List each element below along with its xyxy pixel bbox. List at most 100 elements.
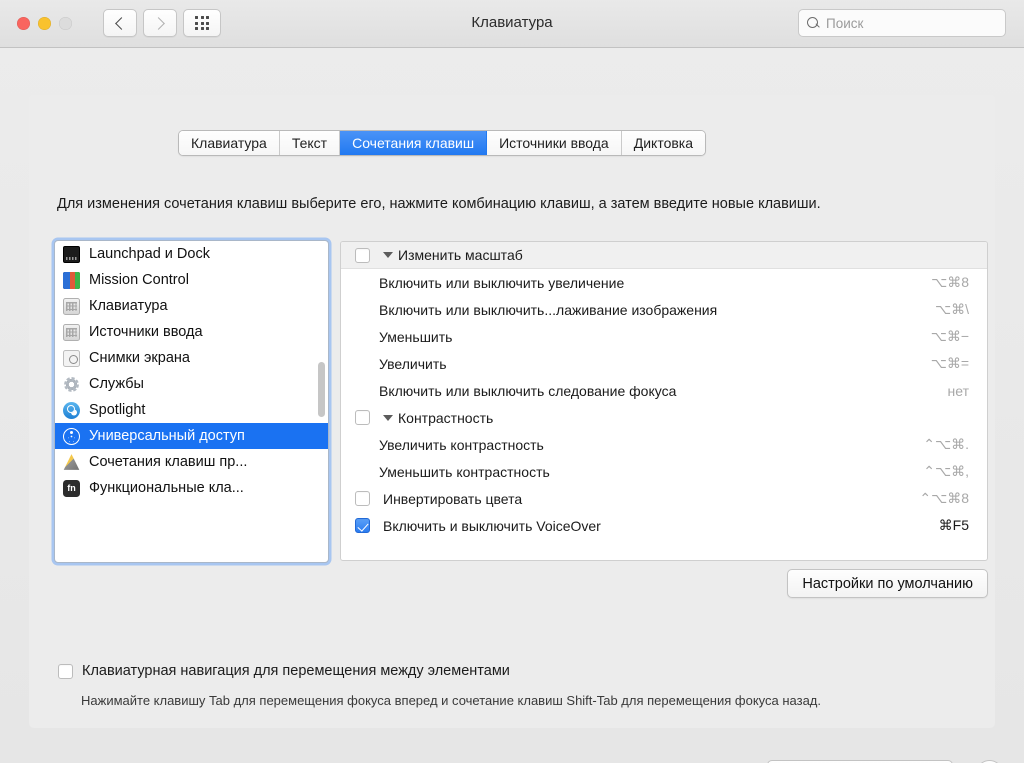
- tab-input-sources[interactable]: Источники ввода: [487, 131, 622, 155]
- shortcut-combo[interactable]: ⌃⌥⌘8: [919, 490, 987, 507]
- sidebar-item-label: Функциональные кла...: [89, 480, 244, 496]
- sidebar-item-mission-control[interactable]: Mission Control: [55, 267, 328, 293]
- tab-keyboard[interactable]: Клавиатура: [179, 131, 280, 155]
- title-bar: Клавиатура Поиск: [0, 0, 1024, 48]
- shortcut-combo[interactable]: ⌥⌘−: [931, 328, 987, 345]
- shortcut-row-decrease-contrast[interactable]: Уменьшить контрастность ⌃⌥⌘,: [341, 458, 987, 485]
- shortcut-combo[interactable]: ⌘F5: [939, 517, 987, 534]
- keyboard-icon: [63, 323, 80, 341]
- sidebar-item-label: Источники ввода: [89, 324, 203, 340]
- disclosure-triangle-icon[interactable]: [383, 414, 393, 421]
- shortcut-row-smooth-images[interactable]: Включить или выключить...лаживание изобр…: [341, 296, 987, 323]
- shortcut-checkbox[interactable]: [354, 518, 370, 533]
- shortcut-combo[interactable]: ⌃⌥⌘.: [923, 436, 987, 453]
- sidebar-item-services[interactable]: Службы: [55, 371, 328, 397]
- shortcut-row-zoom-toggle[interactable]: Включить или выключить увеличение ⌥⌘8: [341, 269, 987, 296]
- gear-icon: [63, 375, 80, 393]
- keyboard-icon: [63, 297, 80, 315]
- screenshot-icon: [63, 349, 80, 367]
- tab-label: Диктовка: [633, 135, 694, 151]
- shortcut-group-contrast[interactable]: Контрастность: [341, 404, 987, 431]
- sidebar-scroll-thumb[interactable]: [318, 362, 325, 417]
- shortcut-row-partial[interactable]: [341, 539, 987, 545]
- restore-defaults-label: Настройки по умолчанию: [802, 575, 973, 592]
- shortcut-row-zoom-out[interactable]: Уменьшить ⌥⌘−: [341, 323, 987, 350]
- instructions-text: Для изменения сочетания клавиш выберите …: [57, 196, 821, 212]
- shortcut-label: Включить или выключить следование фокуса: [379, 382, 677, 399]
- system-preferences-window: Клавиатура Поиск Клавиатура Текст Сочета…: [0, 0, 1024, 763]
- shortcuts-list[interactable]: Изменить масштаб Включить или выключить …: [340, 241, 988, 561]
- shortcut-combo[interactable]: ⌃⌥⌘,: [923, 463, 987, 480]
- sidebar-item-keyboard[interactable]: Клавиатура: [55, 293, 328, 319]
- group-checkbox[interactable]: [354, 410, 370, 425]
- sidebar-item-screenshots[interactable]: Снимки экрана: [55, 345, 328, 371]
- mission-control-icon: [63, 271, 80, 289]
- fn-key-icon: fn: [63, 479, 80, 497]
- tab-label: Клавиатура: [191, 135, 267, 151]
- spotlight-icon: [63, 401, 80, 419]
- group-checkbox-cell[interactable]: [341, 410, 383, 425]
- search-icon: [807, 16, 820, 30]
- keyboard-navigation-label: Клавиатурная навигация для перемещения м…: [82, 663, 510, 679]
- sidebar-item-label: Универсальный доступ: [89, 428, 245, 444]
- tab-label: Сочетания клавиш: [352, 135, 475, 151]
- tab-bar: Клавиатура Текст Сочетания клавиш Источн…: [178, 130, 707, 156]
- sidebar-item-accessibility[interactable]: Универсальный доступ: [55, 423, 328, 449]
- shortcut-label: Включить или выключить...лаживание изобр…: [379, 301, 718, 318]
- shortcut-group-zoom[interactable]: Изменить масштаб: [341, 242, 987, 269]
- accessibility-icon: [63, 427, 80, 445]
- shortcut-label: Включить и выключить VoiceOver: [383, 517, 601, 534]
- shortcut-categories-list[interactable]: Launchpad и Dock Mission Control Клавиат…: [54, 240, 329, 563]
- content-area: Клавиатура Текст Сочетания клавиш Источн…: [0, 48, 1024, 763]
- app-shortcuts-icon: [63, 454, 80, 470]
- keyboard-navigation-checkbox-row[interactable]: Клавиатурная навигация для перемещения м…: [58, 663, 510, 679]
- shortcut-label: Увеличить контрастность: [379, 436, 544, 453]
- keyboard-navigation-hint: Нажимайте клавишу Tab для перемещения фо…: [81, 693, 822, 708]
- sidebar-item-input-sources[interactable]: Источники ввода: [55, 319, 328, 345]
- tab-dictation[interactable]: Диктовка: [621, 131, 706, 155]
- shortcut-combo[interactable]: ⌥⌘8: [931, 274, 987, 291]
- sidebar-item-label: Службы: [89, 376, 144, 392]
- shortcut-label: Уменьшить: [379, 328, 453, 345]
- sidebar-item-app-shortcuts[interactable]: Сочетания клавиш пр...: [55, 449, 328, 475]
- tab-text[interactable]: Текст: [279, 131, 341, 155]
- search-field[interactable]: Поиск: [798, 9, 1006, 37]
- shortcut-row-focus-follow[interactable]: Включить или выключить следование фокуса…: [341, 377, 987, 404]
- sidebar-scrollbar[interactable]: [316, 242, 327, 561]
- sidebar-item-label: Клавиатура: [89, 298, 168, 314]
- sidebar-item-function-keys[interactable]: fn Функциональные кла...: [55, 475, 328, 501]
- tab-shortcuts[interactable]: Сочетания клавиш: [340, 131, 488, 155]
- shortcut-combo[interactable]: ⌥⌘=: [931, 355, 987, 372]
- search-placeholder: Поиск: [826, 15, 864, 31]
- shortcut-checkbox[interactable]: [354, 491, 370, 506]
- keyboard-navigation-checkbox[interactable]: [58, 663, 73, 679]
- tab-label: Текст: [291, 135, 328, 151]
- shortcut-row-clipped[interactable]: [341, 539, 987, 545]
- shortcut-label: Увеличить: [379, 355, 447, 372]
- group-checkbox-cell[interactable]: [341, 247, 383, 263]
- disclosure-triangle-icon[interactable]: [383, 252, 393, 258]
- tab-label: Источники ввода: [499, 135, 609, 151]
- shortcut-row-increase-contrast[interactable]: Увеличить контрастность ⌃⌥⌘.: [341, 431, 987, 458]
- shortcut-row-invert-colors[interactable]: Инвертировать цвета ⌃⌥⌘8: [341, 485, 987, 512]
- shortcut-label: Инвертировать цвета: [383, 490, 523, 507]
- sidebar-item-launchpad-dock[interactable]: Launchpad и Dock: [55, 241, 328, 267]
- restore-defaults-button[interactable]: Настройки по умолчанию: [787, 569, 988, 598]
- shortcut-row-voiceover[interactable]: Включить и выключить VoiceOver ⌘F5: [341, 512, 987, 539]
- group-checkbox[interactable]: [354, 247, 370, 263]
- shortcut-combo[interactable]: ⌥⌘\: [935, 301, 987, 318]
- sidebar-item-spotlight[interactable]: Spotlight: [55, 397, 328, 423]
- shortcut-combo[interactable]: нет: [948, 383, 987, 399]
- group-label: Изменить масштаб: [398, 247, 523, 263]
- shortcut-checkbox-cell[interactable]: [341, 491, 383, 506]
- sidebar-item-label: Spotlight: [89, 402, 146, 418]
- sidebar-item-label: Launchpad и Dock: [89, 246, 210, 262]
- sidebar-item-label: Mission Control: [89, 272, 189, 288]
- shortcut-label: Включить или выключить увеличение: [379, 274, 625, 291]
- sidebar-item-label: Сочетания клавиш пр...: [89, 454, 248, 470]
- shortcut-row-zoom-in[interactable]: Увеличить ⌥⌘=: [341, 350, 987, 377]
- sidebar-item-label: Снимки экрана: [89, 350, 190, 366]
- shortcut-label: Уменьшить контрастность: [379, 463, 550, 480]
- shortcut-checkbox-cell[interactable]: [341, 518, 383, 533]
- group-label: Контрастность: [398, 409, 494, 426]
